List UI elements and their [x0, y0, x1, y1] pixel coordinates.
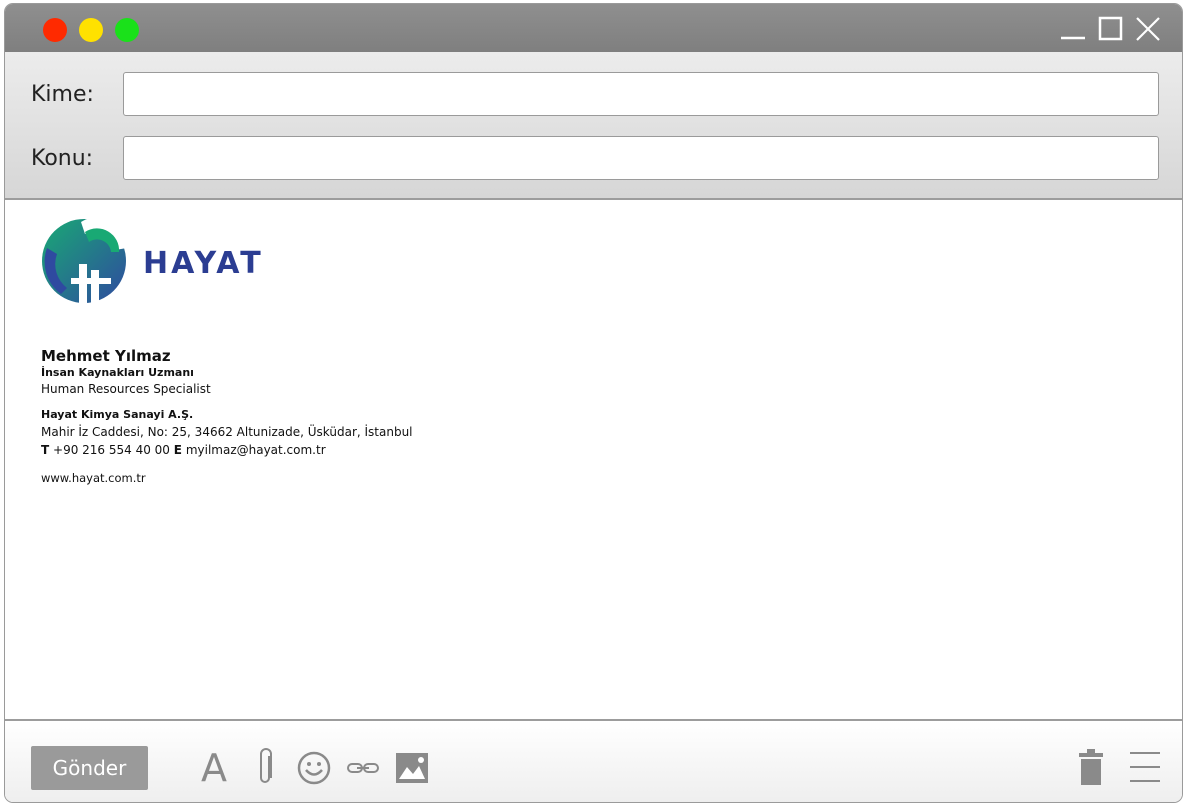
- email-address[interactable]: myilmaz@hayat.com.tr: [186, 443, 326, 457]
- phone-number: +90 216 554 40 00: [53, 443, 170, 457]
- link-icon[interactable]: [346, 760, 380, 776]
- phone-label: T: [41, 443, 50, 457]
- minimize-dot-button[interactable]: [79, 18, 103, 42]
- signature-name: Mehmet Yılmaz: [41, 347, 171, 365]
- signature-title-en: Human Resources Specialist: [41, 382, 211, 396]
- signature-address: Mahir İz Caddesi, No: 25, 34662 Altuniza…: [41, 425, 413, 439]
- font-icon[interactable]: A: [201, 746, 227, 790]
- emoji-icon[interactable]: [297, 751, 331, 785]
- attachment-icon[interactable]: [255, 748, 277, 788]
- title-bar: [5, 4, 1182, 52]
- minimize-icon[interactable]: [1060, 16, 1086, 42]
- image-icon[interactable]: [395, 752, 429, 784]
- mail-compose-window: Kime: Konu: HAYAT Mehmet Yılmaz İnsan Ka…: [4, 3, 1183, 803]
- signature-title-tr: İnsan Kaynakları Uzmanı: [41, 366, 194, 379]
- subject-field[interactable]: [123, 136, 1159, 180]
- hayat-logo-icon: [42, 218, 128, 304]
- brand-wordmark: HAYAT: [143, 246, 264, 281]
- zoom-dot-button[interactable]: [115, 18, 139, 42]
- signature-company: Hayat Kimya Sanayi A.Ş.: [41, 408, 194, 421]
- subject-label: Konu:: [31, 146, 94, 171]
- menu-icon[interactable]: [1129, 751, 1161, 783]
- maximize-icon[interactable]: [1098, 16, 1124, 42]
- to-label: Kime:: [31, 82, 94, 107]
- send-button[interactable]: Gönder: [31, 746, 148, 790]
- trash-icon[interactable]: [1077, 749, 1105, 785]
- compose-toolbar: Gönder A: [5, 719, 1182, 802]
- signature-website[interactable]: www.hayat.com.tr: [41, 471, 146, 485]
- compose-header: Kime: Konu:: [5, 52, 1182, 200]
- email-label: E: [173, 443, 182, 457]
- close-icon[interactable]: [1135, 16, 1161, 42]
- to-field[interactable]: [123, 72, 1159, 116]
- close-dot-button[interactable]: [43, 18, 67, 42]
- signature-contact: T +90 216 554 40 00 E myilmaz@hayat.com.…: [41, 443, 326, 457]
